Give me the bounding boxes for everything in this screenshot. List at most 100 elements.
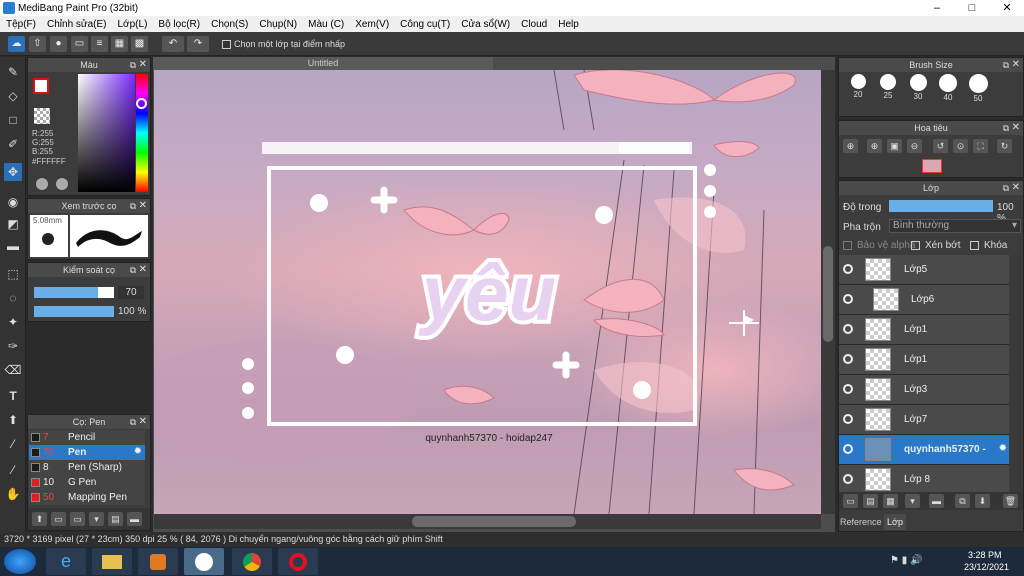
redo-icon[interactable]: ↷ bbox=[187, 36, 209, 52]
undock-icon[interactable]: ⧉ bbox=[1003, 121, 1009, 135]
zoom-in-2-icon[interactable]: ⊕ bbox=[867, 139, 882, 153]
undo-icon[interactable]: ↶ bbox=[162, 36, 184, 52]
palette-icon[interactable] bbox=[36, 178, 48, 190]
shape-tool-icon[interactable]: □ bbox=[4, 111, 22, 129]
eye-icon[interactable] bbox=[843, 264, 853, 274]
new-halftone-icon[interactable]: ▤ bbox=[863, 494, 878, 508]
undock-icon[interactable]: ⧉ bbox=[130, 199, 136, 213]
select-pen-icon[interactable]: ✑ bbox=[4, 337, 22, 355]
layer-row[interactable]: Lớp1 bbox=[839, 315, 1009, 345]
document-tab[interactable]: Untitled bbox=[153, 57, 493, 70]
eye-icon[interactable] bbox=[843, 444, 853, 454]
text-tool-icon[interactable]: T bbox=[4, 387, 22, 405]
undock-icon[interactable]: ⧉ bbox=[1003, 181, 1009, 195]
new-brush-icon[interactable]: ▭ bbox=[51, 512, 66, 526]
lasso-tool-icon[interactable]: ◌ bbox=[4, 289, 22, 307]
fit-icon[interactable]: ▣ bbox=[887, 139, 902, 153]
fullscreen-icon[interactable]: ⛶ bbox=[973, 139, 988, 153]
eye-icon[interactable] bbox=[843, 324, 853, 334]
eraser-tool-icon[interactable]: ◇ bbox=[4, 87, 22, 105]
add-brush-icon[interactable]: ⬆ bbox=[32, 512, 47, 526]
layer-row[interactable]: Lớp 8 bbox=[839, 465, 1009, 495]
menu-filter[interactable]: Bộ lọc(R) bbox=[152, 19, 205, 30]
undock-icon[interactable]: ⧉ bbox=[130, 263, 136, 277]
new-8bit-icon[interactable]: ▦ bbox=[883, 494, 898, 508]
hue-handle[interactable] bbox=[136, 98, 147, 109]
zoom-in-icon[interactable]: ⊕ bbox=[843, 139, 858, 153]
ie-icon[interactable]: e bbox=[46, 548, 86, 575]
gear-icon[interactable]: ✹ bbox=[999, 443, 1007, 454]
start-button[interactable] bbox=[4, 549, 36, 574]
opera-icon[interactable] bbox=[278, 548, 318, 575]
medibang-icon[interactable] bbox=[184, 548, 224, 575]
eye-icon[interactable] bbox=[843, 354, 853, 364]
fill-tool-icon[interactable]: ◉ bbox=[4, 193, 22, 211]
chrome-icon[interactable] bbox=[232, 548, 272, 575]
close-icon[interactable]: ✕ bbox=[1012, 181, 1020, 195]
trash-icon[interactable]: 🗑 bbox=[1003, 494, 1018, 508]
artwork-canvas[interactable]: yêu quynhanh57370 - hoidap247 bbox=[154, 70, 821, 514]
chat-icon[interactable]: ● bbox=[50, 36, 67, 52]
close-icon[interactable]: ✕ bbox=[139, 415, 147, 429]
reset-icon[interactable]: ⊙ bbox=[953, 139, 968, 153]
color-picker-square[interactable] bbox=[78, 74, 135, 192]
cloud-icon[interactable]: ☁ bbox=[8, 36, 25, 52]
panel-icon[interactable]: ▦ bbox=[111, 36, 128, 52]
hue-slider[interactable] bbox=[136, 74, 148, 192]
brush-item-pen-sharp[interactable]: 8 Pen (Sharp) bbox=[29, 460, 145, 475]
menu-help[interactable]: Help bbox=[552, 19, 584, 30]
new-layer-icon[interactable]: ▭ bbox=[843, 494, 858, 508]
media-player-icon[interactable] bbox=[138, 548, 178, 575]
brush-item-mapping-pen[interactable]: 50 Mapping Pen bbox=[29, 490, 145, 505]
layer-row[interactable]: Lớp1 bbox=[839, 345, 1009, 375]
size-preset-20[interactable]: 20 bbox=[845, 74, 871, 100]
clipping-checkbox[interactable] bbox=[911, 241, 920, 250]
layer-row[interactable]: Lớp5 bbox=[839, 255, 1009, 285]
close-icon[interactable]: ✕ bbox=[139, 263, 147, 277]
scroll-thumb[interactable] bbox=[412, 516, 576, 527]
menu-file[interactable]: Tệp(F) bbox=[0, 19, 41, 30]
operation-tool-icon[interactable]: ⬆ bbox=[4, 411, 22, 429]
tab-reference[interactable]: Reference bbox=[840, 517, 882, 527]
hand-tool-icon[interactable]: ✋ bbox=[4, 485, 22, 503]
select-layer-checkbox[interactable] bbox=[222, 40, 231, 49]
select-rect-icon[interactable]: ⬚ bbox=[4, 265, 22, 283]
menu-edit[interactable]: Chỉnh sửa(E) bbox=[41, 19, 112, 30]
brush-menu-icon[interactable]: ▾ bbox=[89, 512, 104, 526]
blend-mode-select[interactable]: Bình thường ▾ bbox=[889, 219, 1021, 233]
horizontal-scrollbar[interactable] bbox=[154, 514, 821, 529]
zoom-out-icon[interactable]: ⊖ bbox=[907, 139, 922, 153]
gear-icon[interactable]: ✹ bbox=[134, 446, 142, 457]
layer-row[interactable]: Lớp3 bbox=[839, 375, 1009, 405]
explorer-icon[interactable] bbox=[92, 548, 132, 575]
upload-icon[interactable]: ⇧ bbox=[29, 36, 46, 52]
grid-icon[interactable]: ▩ bbox=[131, 36, 148, 52]
page-icon[interactable]: ▭ bbox=[71, 36, 88, 52]
brush-item-pencil[interactable]: 7 Pencil bbox=[29, 430, 145, 445]
move-tool-icon[interactable]: ✥ bbox=[4, 163, 22, 181]
navigator-thumbnail[interactable] bbox=[922, 159, 942, 173]
size-preset-40[interactable]: 40 bbox=[935, 74, 961, 102]
size-preset-25[interactable]: 25 bbox=[875, 74, 901, 100]
minimize-button[interactable]: – bbox=[920, 0, 954, 16]
layer-row[interactable]: Lớp6 bbox=[839, 285, 1009, 315]
brush-folder-icon[interactable]: ▬ bbox=[127, 512, 142, 526]
swap-icon[interactable] bbox=[56, 178, 68, 190]
size-preset-50[interactable]: 50 bbox=[965, 74, 991, 103]
undock-icon[interactable]: ⧉ bbox=[130, 58, 136, 72]
select-eraser-icon[interactable]: ⌫ bbox=[4, 361, 22, 379]
bucket-tool-icon[interactable]: ◩ bbox=[4, 215, 22, 233]
folder-icon[interactable]: ▬ bbox=[929, 494, 944, 508]
lock-checkbox[interactable] bbox=[970, 241, 979, 250]
eyedropper-icon[interactable]: ⁄ bbox=[4, 435, 22, 453]
brush-item-g-pen[interactable]: 10 G Pen bbox=[29, 475, 145, 490]
menu-select[interactable]: Chọn(S) bbox=[205, 19, 253, 30]
magic-wand-icon[interactable]: ✦ bbox=[4, 313, 22, 331]
protect-alpha-checkbox[interactable] bbox=[843, 241, 852, 250]
close-icon[interactable]: ✕ bbox=[1012, 121, 1020, 135]
layer-row-selected[interactable]: quynhanh57370 - ✹ bbox=[839, 435, 1009, 465]
layer-row[interactable]: Lớp7 bbox=[839, 405, 1009, 435]
transparent-swatch[interactable] bbox=[34, 108, 50, 124]
brush-tool-icon[interactable]: ✎ bbox=[4, 63, 22, 81]
duplicate-icon[interactable]: ⧉ bbox=[955, 494, 970, 508]
